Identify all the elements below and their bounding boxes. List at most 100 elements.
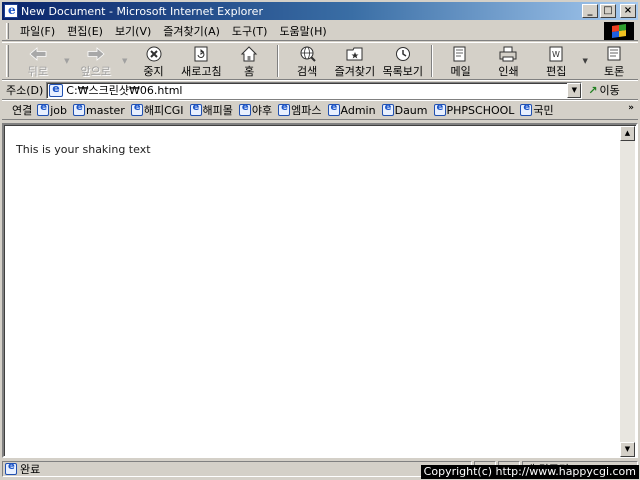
search-globe-icon — [297, 46, 317, 62]
stop-label: 중지 — [143, 65, 164, 78]
print-label: 인쇄 — [498, 65, 519, 78]
shaking-text: This is your shaking text — [16, 143, 151, 156]
page-content: This is your shaking text ▲ ▼ — [2, 123, 638, 458]
edit-label: 편집 — [546, 65, 567, 78]
status-text: 완료 — [20, 463, 41, 476]
links-bar: 연결 job master 해피CGI 해피몰 야후 엠파스 Admin Dau… — [2, 100, 638, 120]
printer-icon — [498, 46, 518, 62]
print-button[interactable]: 인쇄 — [485, 43, 533, 79]
address-dropdown-button[interactable]: ▼ — [567, 82, 582, 98]
link-kookmin[interactable]: 국민 — [520, 102, 554, 118]
browser-window: New Document - Microsoft Internet Explor… — [0, 0, 640, 480]
link-page-icon — [37, 102, 50, 116]
discuss-icon — [604, 46, 624, 62]
link-page-icon — [238, 102, 251, 116]
favorites-button[interactable]: 즐겨찾기 — [331, 43, 379, 79]
title-bar[interactable]: New Document - Microsoft Internet Explor… — [2, 2, 638, 20]
page-icon — [49, 82, 64, 97]
back-arrow-icon — [28, 46, 48, 62]
menu-favorites[interactable]: 즐겨찾기(A) — [157, 23, 226, 39]
link-label: Daum — [394, 103, 428, 117]
menu-help[interactable]: 도움말(H) — [273, 23, 332, 39]
history-icon — [393, 46, 413, 62]
close-button[interactable]: × — [620, 4, 636, 18]
forward-button[interactable]: 앞으로 — [72, 43, 120, 79]
links-more-chevron-icon[interactable]: » — [628, 103, 634, 113]
discuss-label: 토론 — [603, 65, 625, 78]
link-label: Admin — [340, 103, 376, 117]
link-label: PHPSCHOOL — [446, 103, 515, 117]
refresh-icon — [191, 46, 211, 62]
go-button[interactable]: ↗ 이동 — [588, 82, 619, 98]
stop-button[interactable]: 중지 — [130, 43, 178, 79]
link-page-icon — [327, 102, 340, 116]
search-button[interactable]: 검색 — [283, 43, 331, 79]
back-button[interactable]: 뒤로 — [14, 43, 62, 79]
standard-toolbar: 뒤로 ▼ 앞으로 ▼ 중지 새로고침 홈 검색 즐겨찾기 목록보기 메일 인쇄 … — [2, 42, 638, 80]
refresh-button[interactable]: 새로고침 — [177, 43, 225, 79]
menu-edit[interactable]: 편집(E) — [61, 23, 109, 39]
home-button[interactable]: 홈 — [225, 43, 273, 79]
history-label: 목록보기 — [382, 65, 423, 78]
link-page-icon — [130, 102, 143, 116]
link-label: 해피CGI — [143, 104, 184, 117]
link-label: 야후 — [251, 104, 273, 117]
ie-logo-icon — [4, 3, 18, 18]
link-job[interactable]: job — [37, 102, 67, 117]
link-page-icon — [73, 102, 86, 116]
link-happycgi[interactable]: 해피CGI — [130, 102, 184, 118]
link-label: 국민 — [533, 104, 554, 117]
address-label: 주소(D) — [6, 84, 44, 97]
status-main-pane: 완료 — [2, 461, 472, 477]
vertical-scrollbar[interactable]: ▲ ▼ — [620, 126, 635, 457]
refresh-label: 새로고침 — [181, 65, 222, 78]
mail-icon — [451, 46, 471, 62]
edit-document-icon: W — [546, 46, 566, 62]
toolbar-separator — [277, 45, 280, 77]
menu-view[interactable]: 보기(V) — [109, 23, 157, 39]
link-page-icon — [278, 102, 291, 116]
back-dropdown[interactable]: ▼ — [62, 43, 72, 79]
address-field[interactable]: C:₩스크린샷₩06.html ▼ — [46, 81, 583, 99]
menu-bar: 파일(F) 편집(E) 보기(V) 즐겨찾기(A) 도구(T) 도움말(H) — [2, 21, 638, 41]
scroll-up-button[interactable]: ▲ — [620, 126, 635, 141]
edit-button[interactable]: W 편집 — [532, 43, 580, 79]
link-happymall[interactable]: 해피몰 — [189, 102, 233, 118]
link-yahoo[interactable]: 야후 — [238, 102, 273, 118]
menu-grip[interactable] — [6, 22, 9, 39]
menu-tools[interactable]: 도구(T) — [226, 23, 274, 39]
link-admin[interactable]: Admin — [327, 102, 376, 117]
edit-dropdown[interactable]: ▼ — [580, 43, 590, 79]
forward-label: 앞으로 — [80, 65, 111, 78]
maximize-button[interactable]: □ — [600, 4, 616, 18]
window-title: New Document - Microsoft Internet Explor… — [21, 4, 263, 18]
stop-icon — [144, 46, 164, 62]
link-page-icon — [189, 102, 202, 116]
link-empas[interactable]: 엠파스 — [278, 102, 322, 118]
favorites-folder-icon — [345, 46, 365, 62]
toolbar-grip[interactable] — [6, 45, 9, 77]
go-label: 이동 — [599, 84, 620, 97]
mail-label: 메일 — [450, 65, 471, 78]
link-page-icon — [520, 102, 533, 116]
link-phpschool[interactable]: PHPSCHOOL — [433, 102, 515, 117]
mail-button[interactable]: 메일 — [437, 43, 485, 79]
history-button[interactable]: 목록보기 — [379, 43, 427, 79]
go-arrow-icon: ↗ — [588, 83, 598, 97]
link-master[interactable]: master — [73, 102, 125, 117]
windows-logo-icon — [604, 22, 634, 40]
home-label: 홈 — [244, 65, 255, 78]
back-label: 뒤로 — [27, 65, 49, 78]
link-page-icon — [433, 102, 446, 116]
discuss-button[interactable]: 토론 — [590, 43, 638, 79]
address-input[interactable]: C:₩스크린샷₩06.html — [66, 82, 567, 98]
home-icon — [239, 46, 259, 62]
scroll-down-button[interactable]: ▼ — [620, 442, 635, 457]
menu-file[interactable]: 파일(F) — [14, 23, 61, 39]
link-page-icon — [381, 102, 394, 116]
forward-dropdown[interactable]: ▼ — [120, 43, 130, 79]
minimize-button[interactable]: _ — [582, 4, 598, 18]
forward-arrow-icon — [86, 46, 106, 62]
links-label: 연결 — [12, 104, 33, 117]
link-daum[interactable]: Daum — [381, 102, 428, 117]
